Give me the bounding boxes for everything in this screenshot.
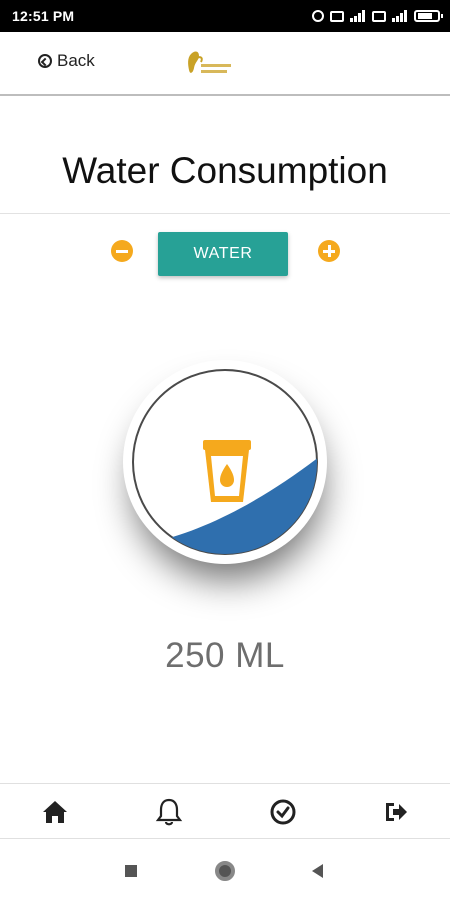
water-glass-icon [203,440,251,502]
system-nav [0,840,450,900]
recents-icon[interactable] [125,865,137,877]
home-icon[interactable] [39,796,71,828]
status-bar: 12:51 PM [0,0,450,32]
amount-label: 250 ML [165,636,285,675]
logout-icon[interactable] [380,796,412,828]
decrease-button[interactable] [111,240,133,262]
back-arrow-icon [38,54,52,68]
signal-icon [392,10,408,22]
gauge-svg [123,360,327,564]
app-header: Back [0,32,450,96]
water-button[interactable]: WATER [158,232,288,276]
check-circle-icon[interactable] [267,796,299,828]
increase-button[interactable] [318,240,340,262]
back-label: Back [57,51,95,70]
page-title: Water Consumption [62,150,388,191]
battery-level [418,13,432,19]
sim-icon [330,10,344,22]
status-icons [312,10,443,22]
battery-icon [414,10,443,22]
back-button[interactable]: Back [38,51,95,71]
back-triangle-icon[interactable] [312,864,323,878]
water-gauge [123,360,327,580]
home-circle-icon[interactable] [215,861,235,881]
divider [0,213,450,214]
alarm-icon [312,10,324,22]
bottom-nav [0,783,450,839]
fitness-logo-icon [188,51,231,73]
signal-icon [350,10,366,22]
status-time: 12:51 PM [12,8,75,24]
bell-icon[interactable] [153,796,185,828]
sim-icon [372,10,386,22]
